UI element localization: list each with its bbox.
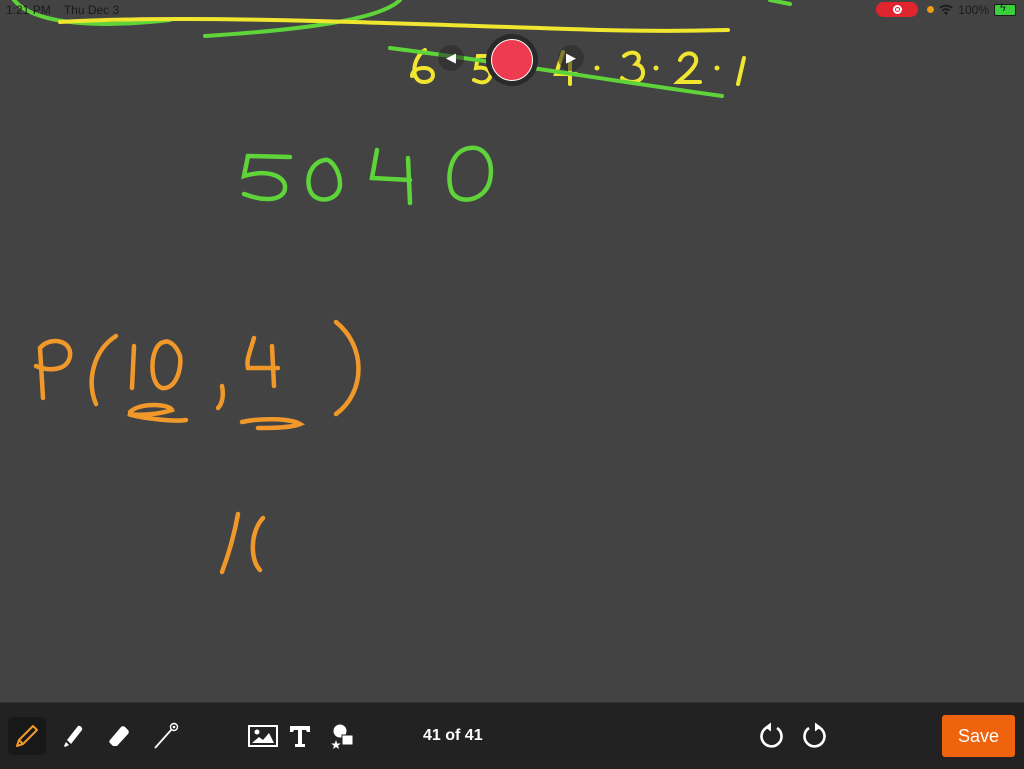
laser-pointer-tool[interactable] xyxy=(146,717,184,755)
insert-shape-button[interactable] xyxy=(323,717,361,755)
ink-layer xyxy=(12,0,792,575)
pencil-icon xyxy=(16,725,38,747)
undo-icon xyxy=(760,722,783,748)
forward-button[interactable]: ▶ xyxy=(558,45,584,71)
highlighter-tool[interactable] xyxy=(54,717,92,755)
eraser-icon xyxy=(109,726,129,746)
mic-indicator-icon xyxy=(927,6,935,13)
save-button[interactable]: Save xyxy=(942,715,1015,757)
arrow-right-icon: ▶ xyxy=(566,50,576,65)
image-icon xyxy=(248,725,278,747)
status-time: 1:21 PM xyxy=(6,3,51,17)
redo-button[interactable] xyxy=(796,717,834,755)
screen-recording-indicator[interactable] xyxy=(876,2,919,17)
highlighter-icon xyxy=(64,725,83,747)
record-icon xyxy=(892,5,902,14)
ink-yellow-underline xyxy=(58,17,730,33)
arrow-left-icon: ◀ xyxy=(446,50,456,65)
battery-percent: 100% xyxy=(958,2,989,17)
insert-text-button[interactable] xyxy=(281,717,319,755)
undo-button[interactable] xyxy=(752,717,790,755)
bottom-toolbar: 41 of 41 Save xyxy=(0,702,1024,769)
rewind-button[interactable]: ◀ xyxy=(438,45,464,71)
text-icon xyxy=(290,726,310,747)
pen-tool[interactable] xyxy=(8,717,46,755)
record-button[interactable] xyxy=(486,34,538,86)
page-counter: 41 of 41 xyxy=(423,727,483,744)
redo-icon xyxy=(803,722,826,748)
ink-5040 xyxy=(241,145,494,206)
status-date: Thu Dec 3 xyxy=(63,3,120,17)
insert-image-button[interactable] xyxy=(244,717,282,755)
ink-dots xyxy=(594,65,720,71)
whiteboard-canvas[interactable]: ◀ ▶ xyxy=(0,0,1024,702)
ink-partial xyxy=(219,511,266,575)
ink-permutation xyxy=(33,319,361,431)
laser-pointer-icon xyxy=(154,722,179,749)
battery-icon xyxy=(994,2,1016,16)
shapes-icon xyxy=(331,724,354,749)
recording-controls: ◀ ▶ xyxy=(430,34,590,86)
wifi-icon xyxy=(939,4,953,15)
status-bar: 1:21 PM Thu Dec 3 100% xyxy=(0,0,1024,20)
eraser-tool[interactable] xyxy=(99,717,137,755)
